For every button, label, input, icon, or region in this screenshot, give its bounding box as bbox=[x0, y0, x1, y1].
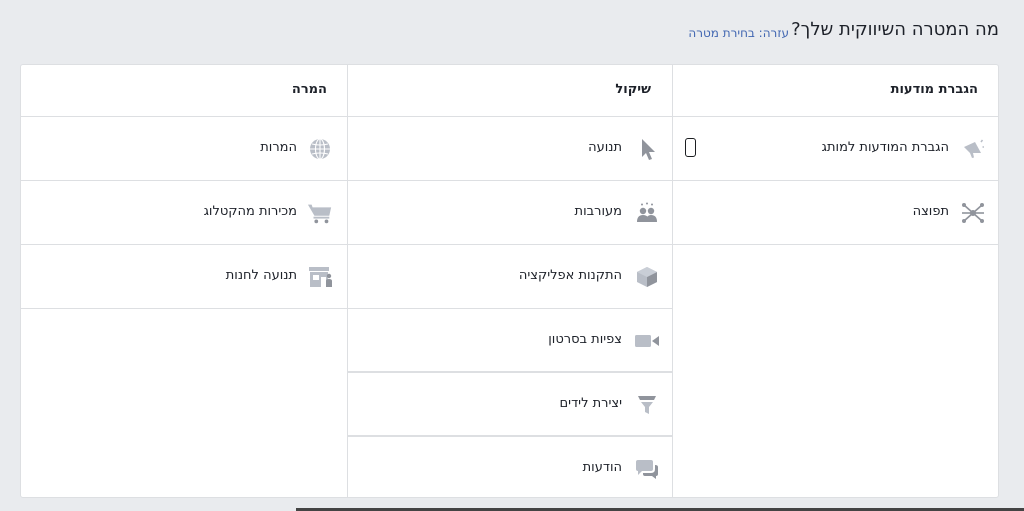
objective-conversions[interactable]: המרות bbox=[21, 117, 347, 181]
objective-label: צפיות בסרטון bbox=[548, 332, 622, 347]
objective-label: מכירות מהקטלוג bbox=[203, 204, 297, 219]
objective-label: תפוצה bbox=[912, 204, 949, 219]
chat-bubbles-icon bbox=[634, 457, 660, 481]
column-heading: שיקול bbox=[615, 82, 651, 97]
objective-messages[interactable]: הודעות bbox=[348, 437, 672, 497]
store-icon bbox=[307, 265, 333, 289]
column-consideration: שיקול תנועה מעורבות התקנות אפליקציה צפיו… bbox=[347, 65, 673, 497]
reach-icon bbox=[960, 201, 986, 225]
objective-catalog-sales[interactable]: מכירות מהקטלוג bbox=[21, 181, 347, 245]
objective-brand-awareness[interactable]: הגברת המודעות למותג bbox=[673, 117, 998, 181]
column-header-awareness: הגברת מודעות bbox=[673, 65, 998, 117]
header: מה המטרה השיווקית שלך? עזרה: בחירת מטרה bbox=[0, 0, 1024, 64]
selection-indicator[interactable] bbox=[685, 138, 696, 157]
column-awareness: הגברת מודעות הגברת המודעות למותג תפוצה bbox=[673, 65, 998, 497]
column-heading: הגברת מודעות bbox=[890, 82, 978, 97]
cursor-icon bbox=[634, 137, 660, 161]
objective-label: מעורבות bbox=[574, 204, 622, 219]
objective-engagement[interactable]: מעורבות bbox=[348, 181, 672, 245]
objective-lead-generation[interactable]: יצירת לידים bbox=[348, 373, 672, 437]
funnel-icon bbox=[634, 393, 660, 417]
objective-label: המרות bbox=[260, 140, 297, 155]
objective-label: תנועה לחנות bbox=[225, 268, 297, 283]
column-header-consideration: שיקול bbox=[348, 65, 672, 117]
objectives-panel: הגברת מודעות הגברת המודעות למותג תפוצה ש… bbox=[20, 64, 999, 498]
globe-icon bbox=[307, 137, 333, 161]
objective-traffic[interactable]: תנועה bbox=[348, 117, 672, 181]
objective-video-views[interactable]: צפיות בסרטון bbox=[348, 309, 672, 373]
objective-store-traffic[interactable]: תנועה לחנות bbox=[21, 245, 347, 309]
objective-app-installs[interactable]: התקנות אפליקציה bbox=[348, 245, 672, 309]
objective-label: יצירת לידים bbox=[559, 396, 622, 411]
objective-label: התקנות אפליקציה bbox=[518, 268, 622, 283]
column-header-conversion: המרה bbox=[21, 65, 347, 117]
shopping-cart-icon bbox=[307, 201, 333, 225]
objective-label: הודעות bbox=[582, 460, 622, 475]
help-link[interactable]: עזרה: בחירת מטרה bbox=[688, 26, 789, 40]
objective-reach[interactable]: תפוצה bbox=[673, 181, 998, 245]
video-camera-icon bbox=[634, 329, 660, 353]
page-title: מה המטרה השיווקית שלך? bbox=[791, 19, 999, 40]
megaphone-icon bbox=[960, 137, 986, 161]
people-icon bbox=[634, 201, 660, 225]
column-conversion: המרה המרות מכירות מהקטלוג תנועה לחנות bbox=[21, 65, 347, 497]
objective-label: הגברת המודעות למותג bbox=[821, 140, 949, 155]
column-heading: המרה bbox=[291, 82, 327, 97]
cube-icon bbox=[634, 265, 660, 289]
objective-label: תנועה bbox=[588, 140, 622, 155]
